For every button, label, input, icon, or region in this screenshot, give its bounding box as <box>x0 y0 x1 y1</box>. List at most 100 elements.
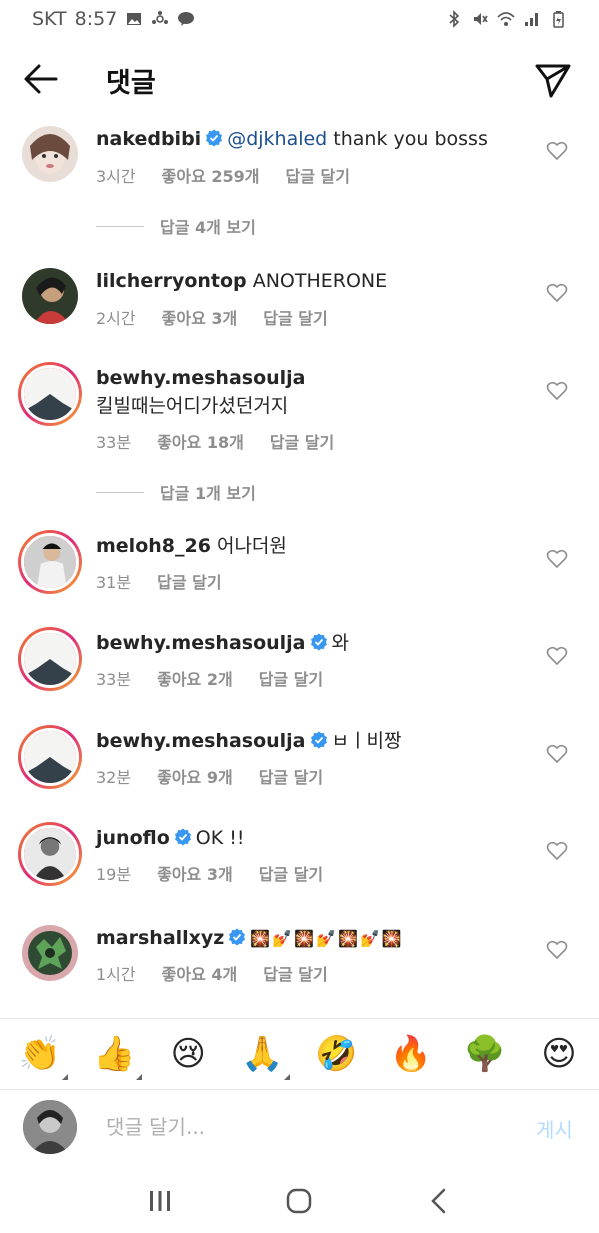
system-nav-bar <box>0 1168 599 1233</box>
avatar[interactable] <box>22 268 78 324</box>
emoji-rofl-button[interactable]: 🤣 <box>315 1032 359 1076</box>
comment-item: bewhy.meshasoulja ㅂㅣ비짱 32분 좋아요 9개 답글 달기 <box>0 725 599 805</box>
avatar[interactable] <box>18 530 82 594</box>
talk-icon <box>178 12 195 26</box>
divider <box>96 225 144 227</box>
reply-button[interactable]: 답글 달기 <box>259 764 323 788</box>
emoji-quick-bar: 👏 👍 😢 🙏 🤣 🔥 🌳 😍 <box>0 1018 599 1090</box>
status-bar: SKT 8:57 <box>0 0 599 38</box>
pray-icon: 🙏 <box>241 1034 284 1074</box>
comment-username[interactable]: junoflo <box>96 827 170 849</box>
comment-username[interactable]: bewhy.meshasoulja <box>96 367 306 389</box>
comment-composer: 게시 <box>0 1096 599 1160</box>
send-icon[interactable] <box>533 60 573 100</box>
heart-eyes-icon: 😍 <box>541 1034 577 1074</box>
view-replies-label: 답글 1개 보기 <box>160 484 256 503</box>
thumbs-up-icon: 👍 <box>92 1034 136 1074</box>
reply-button[interactable]: 답글 달기 <box>259 861 323 885</box>
comment-likes[interactable]: 좋아요 3개 <box>157 861 233 885</box>
emoji-tree-button[interactable]: 🌳 <box>463 1032 507 1076</box>
comment-time: 33분 <box>96 433 132 452</box>
avatar[interactable] <box>18 627 82 691</box>
emoji-thumbs-up-button[interactable]: 👍 <box>92 1032 143 1080</box>
reply-button[interactable]: 답글 달기 <box>259 666 323 690</box>
comment-username[interactable]: meloh8_26 <box>96 535 211 557</box>
tree-icon: 🌳 <box>463 1034 507 1074</box>
comment-text: 어나더원 <box>210 535 287 557</box>
heart-icon[interactable] <box>546 282 568 304</box>
mute-icon <box>474 13 488 25</box>
variant-indicator <box>62 1074 68 1080</box>
comment-mention[interactable]: @djkhaled <box>227 128 327 150</box>
emoji-heart-eyes-button[interactable]: 😍 <box>537 1032 581 1076</box>
comment-username[interactable]: nakedbibi <box>96 128 201 150</box>
comment-username[interactable]: bewhy.meshasoulja <box>96 632 306 654</box>
comment-input[interactable] <box>106 1112 486 1142</box>
comment-item: meloh8_26 어나더원 31분 답글 달기 <box>0 530 599 610</box>
page-title: 댓글 <box>106 68 156 99</box>
view-replies-button[interactable]: 답글 4개 보기 <box>96 214 256 238</box>
app-header: 댓글 <box>0 48 599 112</box>
comment-likes[interactable]: 좋아요 3개 <box>162 305 238 329</box>
comment-text: thank you bosss <box>327 128 488 150</box>
comment-item: bewhy.meshasoulja 와 33분 좋아요 2개 답글 달기 <box>0 627 599 707</box>
heart-icon[interactable] <box>546 743 568 765</box>
comment-time: 31분 <box>96 573 132 592</box>
comment-username[interactable]: marshallxyz <box>96 927 224 949</box>
comment-text: ㅂㅣ비짱 <box>331 730 402 752</box>
variant-indicator <box>136 1074 143 1080</box>
emoji-clap-button[interactable]: 👏 <box>18 1032 68 1080</box>
comment-time: 1시간 <box>96 965 136 984</box>
reply-button[interactable]: 답글 달기 <box>263 305 327 329</box>
heart-icon[interactable] <box>546 939 568 961</box>
heart-icon[interactable] <box>546 380 568 402</box>
verified-badge-icon <box>174 828 191 846</box>
rofl-icon: 🤣 <box>315 1034 358 1074</box>
post-button[interactable]: 게시 <box>536 1114 573 1143</box>
variant-indicator <box>284 1074 291 1080</box>
comment-time: 32분 <box>96 768 132 787</box>
comment-likes[interactable]: 좋아요 4개 <box>162 961 238 985</box>
comment-item: nakedbibi @djkhaled thank you bosss 3시간 좋… <box>0 124 599 204</box>
comment-text: 🎇💅🎇💅🎇💅🎇 <box>250 929 404 948</box>
recent-apps-icon <box>149 1190 170 1211</box>
avatar[interactable] <box>18 725 82 789</box>
emoji-crying-button[interactable]: 😢 <box>166 1032 210 1076</box>
comment-item: marshallxyz 🎇💅🎇💅🎇💅🎇 1시간 좋아요 4개 답글 달기 <box>0 923 599 1003</box>
avatar[interactable] <box>22 126 78 182</box>
reply-button[interactable]: 답글 달기 <box>263 961 327 985</box>
heart-icon[interactable] <box>546 140 568 162</box>
view-replies-button[interactable]: 답글 1개 보기 <box>96 480 256 504</box>
back-arrow-icon[interactable] <box>22 62 60 96</box>
comment-likes[interactable]: 좋아요 18개 <box>157 429 244 453</box>
comment-likes[interactable]: 좋아요 9개 <box>157 764 233 788</box>
back-nav-button[interactable] <box>421 1183 457 1219</box>
my-avatar <box>23 1100 77 1154</box>
comment-time: 33분 <box>96 670 132 689</box>
comment-time: 2시간 <box>96 309 136 328</box>
comment-username[interactable]: lilcherryontop <box>96 270 247 292</box>
avatar[interactable] <box>18 822 82 886</box>
emoji-fire-button[interactable]: 🔥 <box>389 1032 433 1076</box>
avatar[interactable] <box>18 362 82 426</box>
comment-username[interactable]: bewhy.meshasoulja <box>96 730 306 752</box>
wifi-icon <box>497 12 515 26</box>
emoji-pray-button[interactable]: 🙏 <box>240 1032 291 1080</box>
heart-icon[interactable] <box>546 645 568 667</box>
avatar[interactable] <box>22 925 78 981</box>
bluetooth-icon <box>449 10 460 28</box>
recent-apps-button[interactable] <box>142 1183 178 1219</box>
comment-likes[interactable]: 좋아요 2개 <box>157 666 233 690</box>
home-button[interactable] <box>281 1183 317 1219</box>
reply-button[interactable]: 답글 달기 <box>270 429 334 453</box>
verified-badge-icon <box>206 129 223 147</box>
reply-button[interactable]: 답글 달기 <box>285 163 349 187</box>
comment-likes[interactable]: 좋아요 259개 <box>162 163 260 187</box>
carrier-label: SKT <box>32 8 67 30</box>
comment-text: ANOTHERONE <box>246 270 388 292</box>
heart-icon[interactable] <box>546 548 568 570</box>
reply-button[interactable]: 답글 달기 <box>157 569 221 593</box>
heart-icon[interactable] <box>546 840 568 862</box>
fire-icon: 🔥 <box>389 1034 432 1074</box>
crying-face-icon: 😢 <box>170 1034 206 1074</box>
